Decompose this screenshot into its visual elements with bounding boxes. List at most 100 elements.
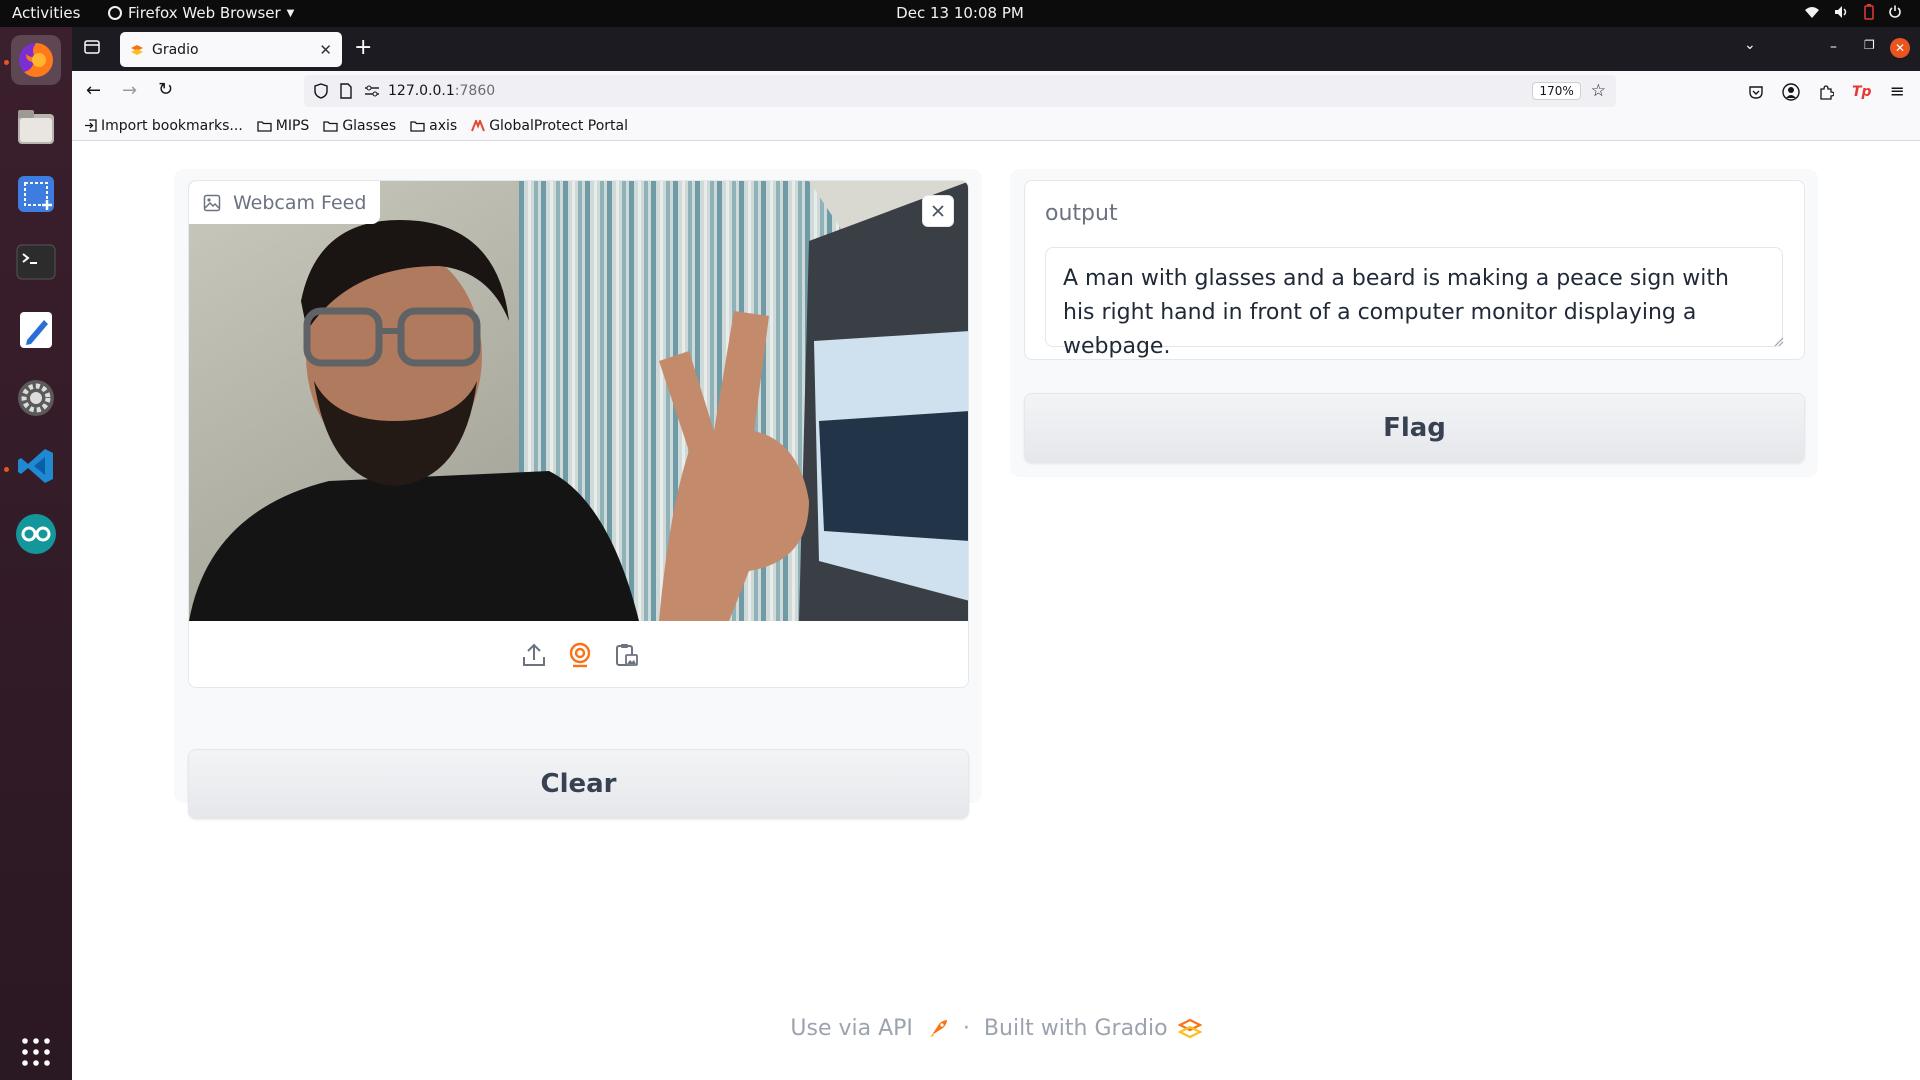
bookmark-label: MIPS: [275, 117, 310, 134]
bookmark-label: axis: [429, 117, 458, 134]
bookmark-folder-glasses[interactable]: Glasses: [323, 118, 396, 134]
globalprotect-logo-icon: [471, 119, 486, 131]
gradio-logo-icon: [1177, 1018, 1202, 1038]
clipboard-source-button[interactable]: [613, 642, 639, 668]
dock-text-editor[interactable]: [11, 305, 61, 355]
folder-icon: [323, 120, 338, 132]
browser-nav-bar: ← → ↻ 127.0.0.1:7860 170% ☆ Tp ≡: [72, 71, 1920, 111]
use-via-api-link[interactable]: Use via API: [790, 1016, 949, 1041]
running-indicator: [4, 467, 9, 472]
extensions-puzzle-icon[interactable]: [1818, 84, 1834, 100]
ubuntu-dock: [0, 27, 72, 1080]
webcam-source-button[interactable]: [567, 642, 593, 668]
apps-grid-icon: [22, 1038, 50, 1066]
files-folder-icon: [18, 110, 54, 144]
tab-overview-icon[interactable]: [84, 39, 100, 59]
bookmark-label: GlobalProtect Portal: [489, 117, 629, 134]
clock[interactable]: Dec 13 10:08 PM: [896, 4, 1024, 22]
rocket-icon: [929, 1019, 947, 1037]
folder-icon: [257, 120, 272, 132]
clear-button[interactable]: Clear: [188, 749, 969, 819]
bookmark-label: Glasses: [342, 117, 397, 134]
webcam-image-component: Webcam Feed: [188, 180, 969, 688]
show-apps-button[interactable]: [11, 1027, 61, 1077]
hamburger-menu-icon[interactable]: ≡: [1890, 81, 1905, 102]
component-label: Webcam Feed: [189, 181, 381, 224]
zoom-level-badge[interactable]: 170%: [1532, 82, 1581, 100]
close-tab-icon[interactable]: ✕: [319, 41, 332, 59]
flag-button[interactable]: Flag: [1024, 393, 1805, 463]
clear-image-button[interactable]: [922, 195, 954, 227]
dock-screenshot[interactable]: [11, 169, 61, 219]
source-selector: [189, 621, 968, 687]
list-tabs-chevron-icon[interactable]: ⌄: [1744, 37, 1756, 53]
bookmark-folder-axis[interactable]: axis: [410, 118, 457, 134]
battery-icon: [1864, 4, 1874, 20]
bookmark-globalprotect[interactable]: GlobalProtect Portal: [471, 118, 628, 134]
dock-vscode[interactable]: [11, 441, 61, 491]
dock-firefox[interactable]: [11, 35, 61, 85]
settings-gear-icon: [18, 380, 54, 416]
minimize-window-icon[interactable]: –: [1830, 39, 1837, 55]
output-textbox-component: output A man with glasses and a beard is…: [1024, 180, 1805, 360]
resize-handle-icon[interactable]: [1774, 337, 1784, 347]
power-icon: [1889, 5, 1901, 18]
output-panel: output A man with glasses and a beard is…: [1010, 169, 1818, 477]
system-status-area[interactable]: [1804, 4, 1902, 20]
upload-source-button[interactable]: [521, 642, 547, 668]
forward-arrow-icon[interactable]: →: [122, 80, 137, 101]
permissions-icon: [365, 85, 379, 97]
bookmark-import[interactable]: Import bookmarks...: [84, 118, 243, 134]
gradio-favicon-icon: [131, 44, 143, 55]
browser-tab-bar: Gradio ✕ + ⌄ – ❐ ✕: [72, 27, 1920, 71]
app-menu[interactable]: Firefox Web Browser ▼: [108, 4, 294, 22]
shield-icon: [314, 83, 328, 99]
reload-icon[interactable]: ↻: [158, 79, 173, 100]
upload-icon: [522, 643, 545, 666]
app-name: Firefox Web Browser: [128, 4, 281, 22]
tab-gradio[interactable]: Gradio ✕: [120, 32, 342, 67]
webcam-image[interactable]: [189, 181, 968, 621]
dock-settings[interactable]: [11, 373, 61, 423]
tp-extension-icon[interactable]: Tp: [1852, 84, 1872, 100]
bookmark-folder-mips[interactable]: MIPS: [257, 117, 310, 134]
toolbar-icons: Tp ≡: [1748, 81, 1905, 102]
gradio-page: Webcam Feed Clear output A man with glas…: [72, 141, 1920, 1080]
dock-arduino[interactable]: [11, 509, 61, 559]
url-bar[interactable]: 127.0.0.1:7860 170% ☆: [304, 75, 1616, 107]
output-label: output: [1045, 201, 1118, 226]
restore-window-icon[interactable]: ❐: [1864, 38, 1875, 52]
webcam-snapshot-image: [189, 181, 968, 621]
footer-separator: ·: [962, 1016, 970, 1041]
clipboard-image-icon: [615, 644, 638, 666]
gradio-footer: Use via API · Built with Gradio: [72, 1016, 1920, 1041]
running-indicator: [4, 60, 9, 65]
bookmark-star-icon[interactable]: ☆: [1591, 81, 1606, 101]
webcam-label: Webcam Feed: [233, 191, 367, 214]
image-icon: [203, 194, 221, 211]
text-editor-icon: [20, 312, 52, 348]
output-textarea[interactable]: A man with glasses and a beard is making…: [1045, 247, 1783, 359]
use-via-api-label: Use via API: [790, 1016, 913, 1041]
firefox-small-icon: [108, 6, 122, 20]
dock-files[interactable]: [11, 102, 61, 152]
chevron-down-icon: ▼: [286, 7, 295, 19]
pocket-icon[interactable]: [1748, 84, 1764, 100]
webcam-icon: [569, 642, 590, 668]
url-host: 127.0.0.1: [388, 83, 455, 99]
account-icon[interactable]: [1782, 82, 1800, 101]
new-tab-button[interactable]: +: [354, 35, 372, 60]
close-icon: [932, 205, 944, 217]
vscode-icon: [18, 449, 53, 483]
dock-terminal[interactable]: [11, 237, 61, 287]
back-arrow-icon[interactable]: ←: [86, 80, 101, 101]
firefox-icon: [19, 43, 53, 77]
activities-button[interactable]: Activities: [12, 4, 80, 22]
screenshot-icon: [18, 176, 54, 212]
page-info-icon: [340, 83, 352, 99]
close-window-icon[interactable]: ✕: [1890, 38, 1910, 58]
bookmark-label: Import bookmarks...: [101, 117, 243, 134]
tab-title: Gradio: [152, 41, 199, 58]
built-with-gradio-link[interactable]: Built with Gradio: [984, 1016, 1202, 1041]
url-port: :7860: [454, 83, 496, 99]
